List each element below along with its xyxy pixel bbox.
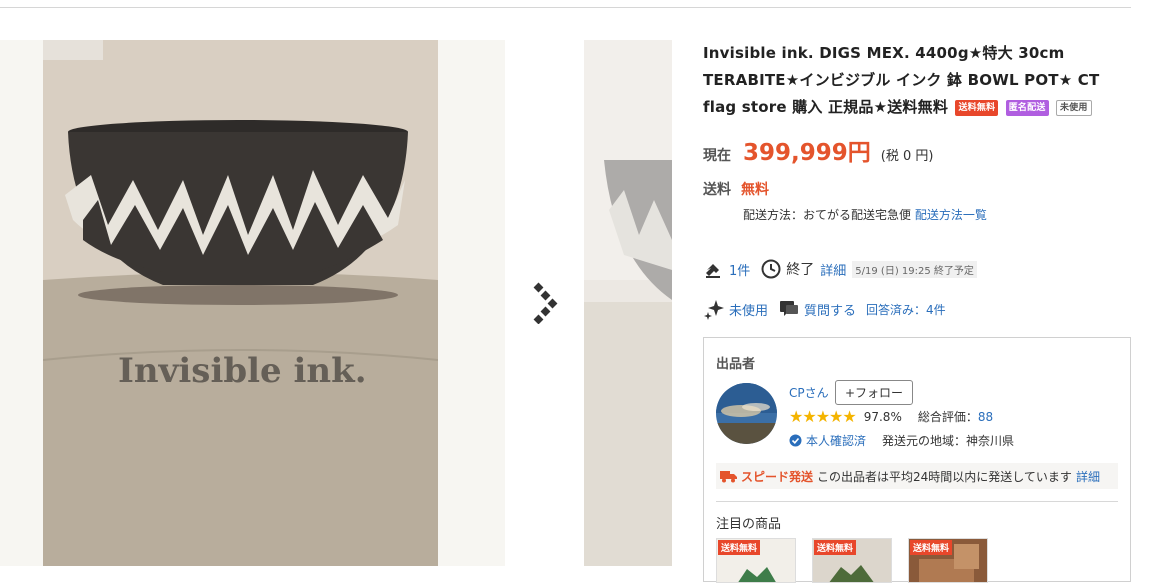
auction-status: 終了: [786, 262, 815, 278]
ship-from-region: 発送元の地域：神奈川県: [882, 434, 1015, 448]
speed-shipping-text: この出品者は平均24時間以内に発送しています: [817, 469, 1072, 484]
seller-avatar[interactable]: [716, 383, 777, 444]
chat-icon: [778, 298, 800, 320]
truck-icon: [720, 469, 738, 483]
seller-name-link[interactable]: CPさん: [789, 384, 829, 401]
price-label: 現在: [703, 148, 731, 164]
shipping-method: 配送方法：おてがる配送宅急便 配送方法一覧: [743, 206, 987, 223]
product-info: Invisible ink. DIGS MEX. 4400g★特大 30cm T…: [703, 40, 1133, 320]
verified-link[interactable]: 本人確認済: [806, 432, 866, 449]
star-icon: ★: [789, 406, 803, 426]
star-icon: ★: [802, 406, 816, 426]
anonymous-shipping-badge: 匿名配送: [1005, 100, 1049, 116]
seller-panel: 出品者 CPさん +フォロー ★ ★ ★ ★ ★ 97.8% 総合評価： 88 …: [703, 337, 1131, 583]
star-icon: ★: [815, 406, 830, 426]
ask-question-link[interactable]: 質問する: [804, 300, 856, 319]
current-price: 399,999円: [743, 140, 871, 166]
verification-row: 本人確認済 発送元の地域：神奈川県: [789, 432, 1014, 449]
featured-item[interactable]: 送料無料: [908, 538, 988, 583]
photo-overlay: [584, 40, 672, 566]
speed-shipping-details-link[interactable]: 詳細: [1076, 468, 1100, 485]
price-row: 現在 399,999円 (税 0 円): [703, 133, 933, 167]
unused-badge: 未使用: [1055, 100, 1092, 116]
auction-meta: 1件 終了 詳細 5/19 (日) 19:25 終了予定: [703, 258, 977, 280]
seller-rating: ★ ★ ★ ★ ★ 97.8% 総合評価： 88: [789, 408, 993, 425]
item-meta: 未使用 質問する 回答済み：4件: [703, 298, 946, 320]
image-gallery[interactable]: Invisible ink.: [0, 40, 672, 566]
details-link[interactable]: 詳細: [820, 260, 846, 279]
clock-icon: [760, 258, 782, 280]
total-rating-label: 総合評価：: [917, 410, 978, 424]
answered-count-link[interactable]: 回答済み：4件: [866, 301, 946, 318]
seller-heading: 出品者: [716, 357, 756, 372]
featured-free-shipping-tag: 送料無料: [910, 540, 953, 555]
shipping-methods-link[interactable]: 配送方法一覧: [915, 208, 987, 222]
top-divider: [0, 7, 1131, 8]
gavel-icon: [703, 258, 725, 280]
verified-check-icon: [789, 434, 802, 447]
end-time: 5/19 (日) 19:25 終了予定: [852, 260, 977, 278]
product-photo-next[interactable]: [584, 40, 672, 566]
star-icon: ★: [842, 406, 856, 426]
product-title: Invisible ink. DIGS MEX. 4400g★特大 30cm T…: [703, 40, 1133, 121]
photo-text: Invisible ink.: [118, 351, 367, 391]
featured-free-shipping-tag: 送料無料: [814, 540, 857, 555]
condition-link[interactable]: 未使用: [729, 300, 768, 319]
product-photo-main[interactable]: Invisible ink.: [43, 40, 438, 566]
follow-button[interactable]: +フォロー: [835, 380, 913, 405]
shipping-value: 無料: [741, 182, 769, 198]
sparkle-icon: [703, 298, 725, 320]
featured-heading: 注目の商品: [716, 517, 782, 532]
seller-divider: [716, 501, 1118, 502]
free-shipping-badge: 送料無料: [955, 100, 999, 116]
shipping-method-text: 配送方法：おてがる配送宅急便: [743, 208, 912, 222]
next-image-button[interactable]: [531, 282, 561, 325]
total-rating-link[interactable]: 88: [978, 410, 993, 424]
star-icon: ★: [829, 406, 843, 426]
speed-shipping-label: スピード発送: [741, 469, 814, 484]
tax-info: (税 0 円): [880, 149, 934, 164]
bid-count-link[interactable]: 1件: [729, 260, 750, 279]
featured-free-shipping-tag: 送料無料: [718, 540, 761, 555]
shipping-label: 送料: [703, 182, 731, 198]
featured-item[interactable]: 送料無料: [812, 538, 892, 583]
speed-shipping-banner: スピード発送 この出品者は平均24時間以内に発送しています 詳細: [716, 463, 1118, 489]
featured-item[interactable]: 送料無料: [716, 538, 796, 583]
rating-percent: 97.8%: [863, 409, 902, 424]
shipping-row: 送料 無料: [703, 179, 769, 199]
